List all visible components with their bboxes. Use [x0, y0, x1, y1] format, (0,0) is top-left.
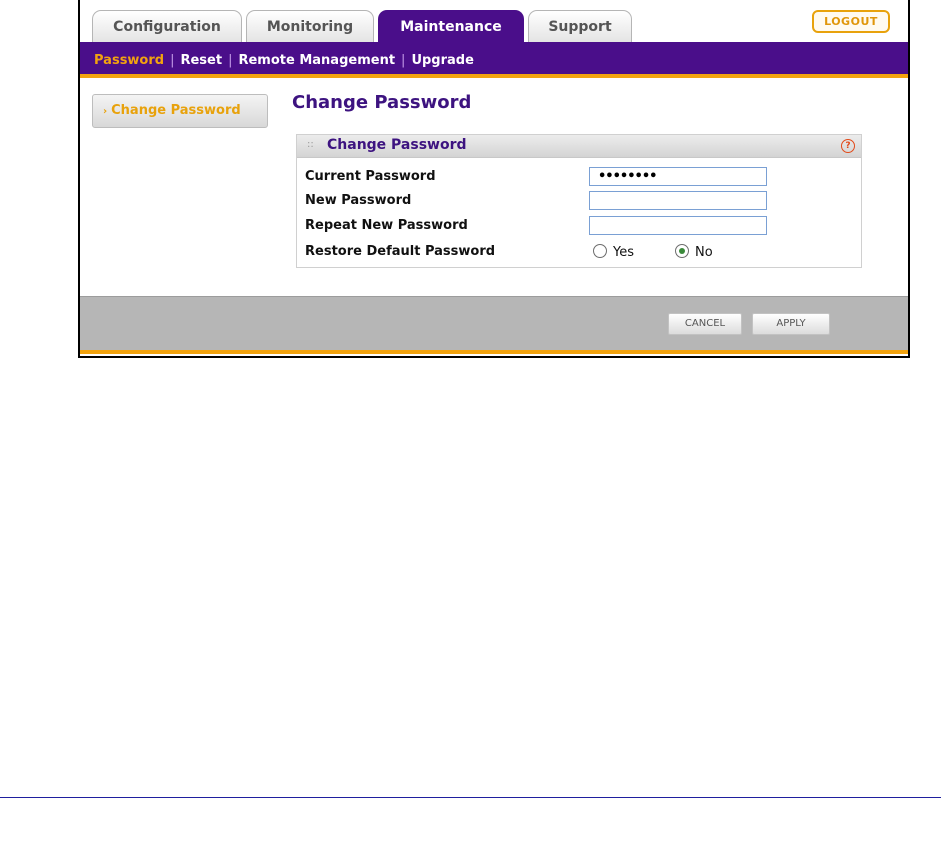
tab-maintenance[interactable]: Maintenance [378, 10, 524, 42]
subnav-separator: | [228, 53, 233, 68]
panel-title: Change Password [327, 137, 467, 153]
cancel-button[interactable]: CANCEL [668, 313, 742, 335]
repeat-password-field[interactable] [589, 216, 767, 235]
repeat-password-label: Repeat New Password [305, 218, 468, 233]
subnav-separator: | [401, 53, 406, 68]
logout-button[interactable]: LOGOUT [812, 10, 890, 33]
radio-yes-label: Yes [613, 245, 634, 260]
radio-yes[interactable] [593, 244, 607, 258]
sidebar-item-label: Change Password [111, 103, 241, 118]
page-title: Change Password [292, 92, 472, 113]
restore-no-option[interactable]: No [675, 244, 713, 260]
new-password-field[interactable] [589, 191, 767, 210]
maintenance-subnav: Password | Reset | Remote Management | Upgrade [80, 42, 908, 78]
divider [0, 797, 941, 798]
radio-no[interactable] [675, 244, 689, 258]
subnav-item-upgrade[interactable]: Upgrade [411, 53, 473, 68]
change-password-panel: :: Change Password ? Current Password ••… [296, 134, 862, 268]
tab-monitoring[interactable]: Monitoring [246, 10, 374, 42]
tab-configuration[interactable]: Configuration [92, 10, 242, 42]
chevron-right-icon: › [103, 106, 108, 117]
apply-button[interactable]: APPLY [752, 313, 830, 335]
help-icon[interactable]: ? [841, 139, 855, 153]
subnav-item-password[interactable]: Password [94, 53, 164, 68]
grip-icon: :: [307, 139, 314, 150]
radio-no-label: No [695, 245, 713, 260]
panel-header: :: Change Password ? [297, 135, 861, 158]
sidebar-item-change-password[interactable]: › Change Password [92, 94, 268, 128]
tab-support[interactable]: Support [528, 10, 632, 42]
current-password-field[interactable]: •••••••• [589, 167, 767, 186]
subnav-separator: | [170, 53, 175, 68]
subnav-item-reset[interactable]: Reset [180, 53, 222, 68]
restore-yes-option[interactable]: Yes [593, 244, 634, 260]
subnav-item-remote-management[interactable]: Remote Management [238, 53, 395, 68]
new-password-label: New Password [305, 193, 412, 208]
action-bar: CANCEL APPLY [80, 296, 908, 354]
current-password-label: Current Password [305, 169, 436, 184]
restore-default-label: Restore Default Password [305, 244, 496, 259]
router-admin-window: Configuration Monitoring Maintenance Sup… [78, 0, 910, 358]
